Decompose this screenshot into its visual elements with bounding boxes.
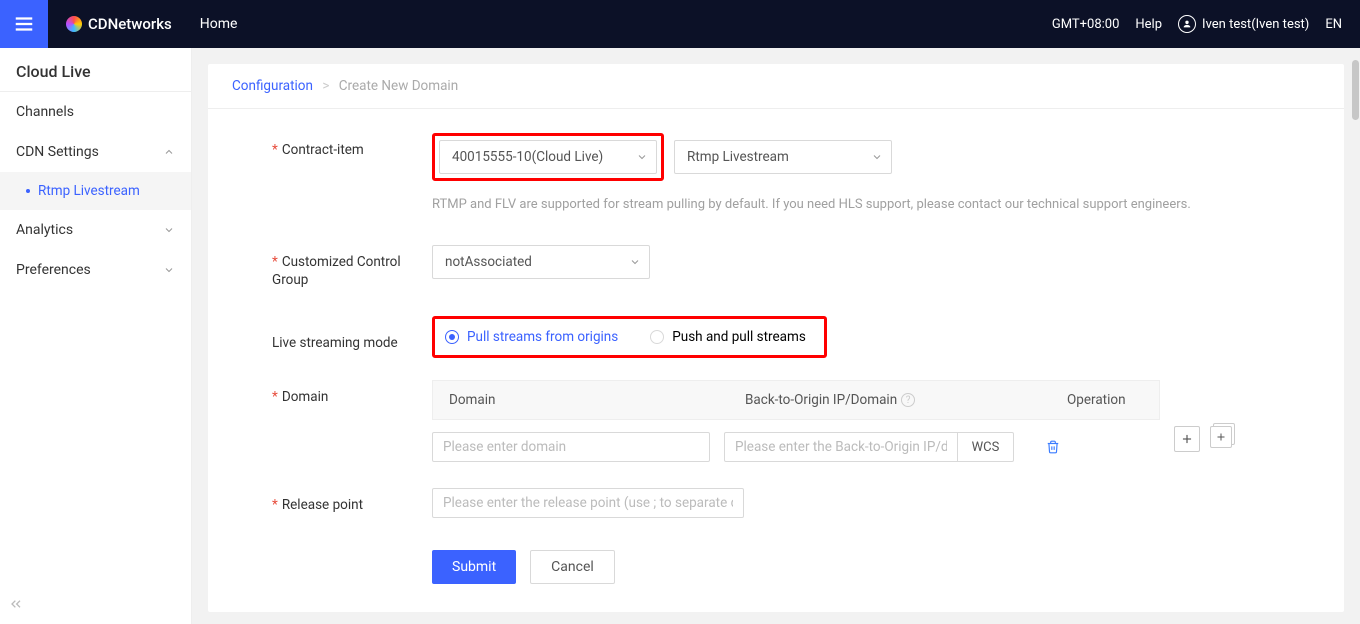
- sidebar-item-analytics[interactable]: Analytics: [0, 210, 191, 250]
- brand-logo[interactable]: CDNetworks: [66, 15, 172, 33]
- hamburger-icon: [13, 13, 35, 35]
- user-menu[interactable]: Iven test(Iven test): [1178, 15, 1309, 33]
- col-domain: Domain: [433, 392, 729, 408]
- col-operation: Operation: [1059, 392, 1159, 408]
- timezone-label[interactable]: GMT+08:00: [1052, 17, 1120, 32]
- radio-icon: [650, 330, 664, 344]
- user-name: Iven test(Iven test): [1202, 17, 1309, 32]
- contract-select[interactable]: 40015555-10(Cloud Live): [439, 140, 657, 174]
- cancel-button[interactable]: Cancel: [530, 550, 615, 584]
- sidebar: Cloud Live Channels CDN Settings Rtmp Li…: [0, 48, 192, 624]
- radio-icon: [445, 330, 459, 344]
- breadcrumb-parent[interactable]: Configuration: [232, 78, 313, 94]
- lang-toggle[interactable]: EN: [1325, 17, 1342, 32]
- domain-input[interactable]: [432, 432, 710, 462]
- chevron-double-left-icon: [8, 596, 24, 612]
- chevron-down-icon: [636, 151, 648, 163]
- add-row-button[interactable]: [1174, 426, 1200, 452]
- sidebar-item-preferences[interactable]: Preferences: [0, 250, 191, 290]
- chevron-down-icon: [629, 256, 641, 268]
- domain-table: Domain Back-to-Origin IP/Domain ? Operat…: [432, 380, 1160, 462]
- collapse-sidebar-button[interactable]: [8, 596, 24, 616]
- release-input[interactable]: [432, 488, 744, 518]
- origin-input[interactable]: [724, 432, 958, 462]
- contract-helper: RTMP and FLV are supported for stream pu…: [432, 195, 1320, 215]
- nav-label: Preferences: [16, 262, 91, 278]
- sidebar-item-cdn-settings[interactable]: CDN Settings: [0, 132, 191, 172]
- submit-button[interactable]: Submit: [432, 550, 516, 584]
- contract-label: Contract-item: [272, 133, 432, 160]
- select-value: Rtmp Livestream: [687, 149, 789, 165]
- nav-label: CDN Settings: [16, 144, 99, 160]
- plus-icon: [1180, 432, 1194, 446]
- radio-label: Pull streams from origins: [467, 329, 618, 345]
- sidebar-item-channels[interactable]: Channels: [0, 92, 191, 132]
- col-origin: Back-to-Origin IP/Domain ?: [729, 392, 1059, 408]
- radio-pull-origins[interactable]: Pull streams from origins: [445, 329, 618, 345]
- nav-label: Channels: [16, 104, 74, 120]
- chevron-down-icon: [871, 151, 883, 163]
- scrollbar-thumb[interactable]: [1352, 60, 1359, 120]
- user-icon: [1178, 15, 1196, 33]
- bullet-icon: [26, 189, 30, 193]
- logo-icon: [66, 16, 82, 32]
- chevron-down-icon: [163, 224, 175, 236]
- select-value: 40015555-10(Cloud Live): [452, 149, 603, 165]
- radio-push-pull[interactable]: Push and pull streams: [650, 329, 806, 345]
- add-multiple-button[interactable]: [1210, 426, 1236, 452]
- nav-label: Analytics: [16, 222, 73, 238]
- chevron-down-icon: [163, 264, 175, 276]
- help-link[interactable]: Help: [1135, 17, 1162, 32]
- highlight-mode: Pull streams from origins Push and pull …: [432, 316, 827, 358]
- sidebar-title: Cloud Live: [0, 48, 191, 91]
- wcs-button[interactable]: WCS: [958, 432, 1014, 462]
- mode-label: Live streaming mode: [272, 316, 432, 353]
- breadcrumb-current: Create New Domain: [339, 78, 458, 94]
- nav-label: Rtmp Livestream: [38, 183, 140, 199]
- radio-label: Push and pull streams: [672, 329, 806, 345]
- breadcrumb-separator: >: [322, 78, 329, 94]
- highlight-contract: 40015555-10(Cloud Live): [432, 133, 664, 181]
- release-label: Release point: [272, 488, 432, 515]
- help-icon[interactable]: ?: [901, 393, 915, 407]
- trash-icon: [1046, 440, 1060, 454]
- col-origin-text: Back-to-Origin IP/Domain: [745, 392, 897, 408]
- delete-row-button[interactable]: [1028, 440, 1078, 454]
- home-link[interactable]: Home: [200, 16, 238, 32]
- product-select[interactable]: Rtmp Livestream: [674, 140, 892, 174]
- chevron-up-icon: [163, 146, 175, 158]
- select-value: notAssociated: [445, 254, 532, 270]
- plus-stack-icon: [1215, 431, 1227, 443]
- breadcrumb: Configuration > Create New Domain: [208, 64, 1344, 109]
- sidebar-item-rtmp[interactable]: Rtmp Livestream: [0, 172, 191, 210]
- hamburger-button[interactable]: [0, 0, 48, 48]
- domain-label: Domain: [272, 380, 432, 407]
- ccg-select[interactable]: notAssociated: [432, 245, 650, 279]
- ccg-label: Customized Control Group: [272, 245, 432, 291]
- brand-name: CDNetworks: [88, 15, 172, 33]
- top-bar: CDNetworks Home GMT+08:00 Help Iven test…: [0, 0, 1360, 48]
- main-content: Configuration > Create New Domain Contra…: [192, 48, 1360, 624]
